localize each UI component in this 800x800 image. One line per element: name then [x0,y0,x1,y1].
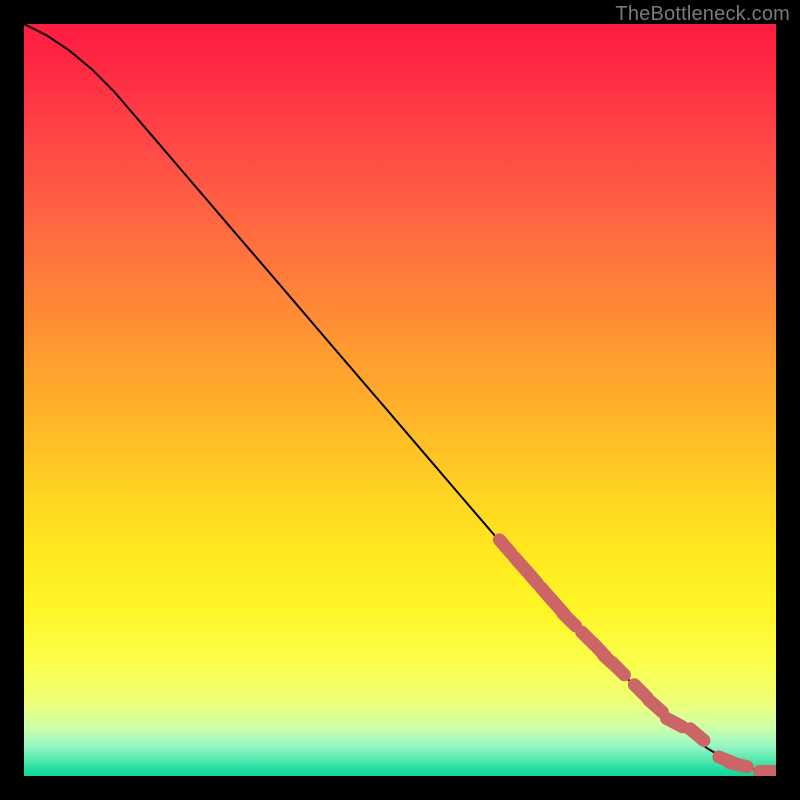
data-marker [612,662,625,675]
chart-plot [24,24,776,776]
data-marker [730,763,748,767]
watermark-text: TheBottleneck.com [615,3,790,26]
data-marker [690,729,704,741]
data-marker [526,570,538,584]
data-marker [563,613,576,626]
data-marker [649,700,663,712]
data-marker [667,718,683,726]
data-marker [499,540,511,554]
gradient-background [24,24,776,776]
